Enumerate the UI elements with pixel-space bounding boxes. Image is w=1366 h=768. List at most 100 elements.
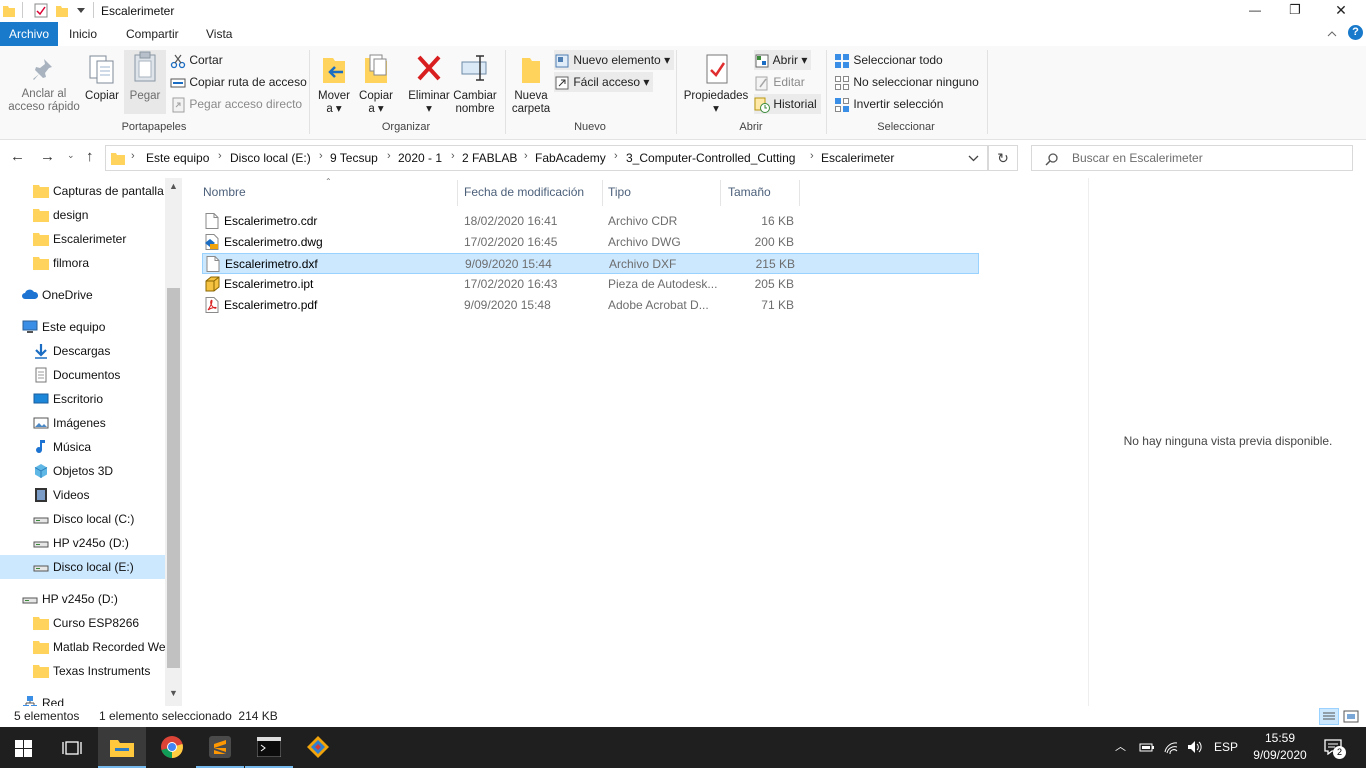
- breadcrumb-separator-icon[interactable]: ›: [319, 150, 323, 162]
- large-icons-view-icon[interactable]: [1343, 709, 1359, 724]
- rename-button[interactable]: Cambiar nombre: [453, 52, 497, 116]
- cut-button[interactable]: Cortar: [170, 50, 223, 70]
- scroll-down-icon[interactable]: ▼: [169, 688, 178, 698]
- git-app-taskbar-button[interactable]: [294, 727, 342, 768]
- language-indicator[interactable]: ESP: [1214, 727, 1238, 768]
- breadcrumb-separator-icon[interactable]: ›: [810, 150, 814, 162]
- copy-path-button[interactable]: Copiar ruta de acceso: [170, 72, 307, 92]
- address-bar[interactable]: › Este equipo › Disco local (E:) › 9 Tec…: [105, 145, 988, 171]
- forward-arrow-icon[interactable]: →: [40, 148, 55, 165]
- easy-access-button[interactable]: Fácil acceso ▾: [554, 72, 654, 92]
- file-explorer-taskbar-button[interactable]: [98, 727, 146, 768]
- select-all-button[interactable]: Seleccionar todo: [834, 50, 943, 70]
- chrome-taskbar-button[interactable]: [148, 727, 196, 768]
- nav-item[interactable]: Disco local (E:): [0, 555, 165, 579]
- file-row[interactable]: Escalerimetro.dwg 17/02/2020 16:45 Archivo…: [202, 232, 979, 253]
- nav-item[interactable]: design: [0, 203, 165, 227]
- show-hidden-icons-icon[interactable]: ︿: [1115, 727, 1126, 768]
- tab-archivo[interactable]: Archivo: [0, 22, 59, 46]
- nav-item[interactable]: Documentos: [0, 363, 165, 387]
- help-icon[interactable]: ?: [1348, 25, 1363, 40]
- pin-quick-access-button[interactable]: Anclar al acceso rápido: [4, 56, 84, 114]
- nav-item[interactable]: Videos: [0, 483, 165, 507]
- back-arrow-icon[interactable]: ←: [10, 148, 25, 165]
- copy-to-button[interactable]: Copiar a ▾: [356, 52, 396, 116]
- copy-button[interactable]: Copiar: [84, 52, 120, 103]
- file-row[interactable]: Escalerimetro.dxf 9/09/2020 15:44 Archivo …: [202, 253, 979, 274]
- tab-vista[interactable]: Vista: [197, 22, 241, 46]
- nav-item[interactable]: Música: [0, 435, 165, 459]
- customize-toolbar-icon[interactable]: [77, 8, 85, 14]
- nav-item[interactable]: Texas Instruments: [0, 659, 165, 683]
- breadcrumb-item[interactable]: 2 FABLAB: [462, 151, 517, 165]
- battery-icon[interactable]: [1139, 741, 1155, 754]
- recent-locations-icon[interactable]: ⌄: [67, 150, 75, 161]
- file-row[interactable]: Escalerimetro.ipt 17/02/2020 16:43 Pieza d…: [202, 274, 979, 295]
- nav-item[interactable]: Escritorio: [0, 387, 165, 411]
- paste-shortcut-button[interactable]: Pegar acceso directo: [170, 94, 302, 114]
- tab-compartir[interactable]: Compartir: [117, 22, 188, 46]
- history-button[interactable]: Historial: [754, 94, 821, 114]
- invert-selection-button[interactable]: Invertir selección: [834, 94, 943, 114]
- nav-item[interactable]: Capturas de pantalla: [0, 179, 165, 203]
- nav-item[interactable]: Objetos 3D: [0, 459, 165, 483]
- collapse-ribbon-icon[interactable]: [1327, 30, 1337, 37]
- volume-icon[interactable]: [1186, 739, 1202, 755]
- column-separator[interactable]: [457, 180, 458, 206]
- nav-item[interactable]: Curso ESP8266: [0, 611, 165, 635]
- up-arrow-icon[interactable]: ↑: [86, 148, 94, 165]
- file-row[interactable]: Escalerimetro.cdr 18/02/2020 16:41 Archivo…: [202, 211, 979, 232]
- column-header-date[interactable]: Fecha de modificación: [464, 185, 584, 199]
- maximize-button[interactable]: ❐: [1272, 0, 1318, 22]
- task-view-icon[interactable]: [62, 739, 82, 757]
- properties-button[interactable]: Propiedades ▾: [683, 52, 749, 116]
- select-none-button[interactable]: No seleccionar ninguno: [834, 72, 979, 92]
- paste-button[interactable]: Pegar: [124, 50, 166, 114]
- windows-start-icon[interactable]: [15, 740, 32, 757]
- breadcrumb-separator-icon[interactable]: ›: [387, 150, 391, 162]
- nav-item[interactable]: HP v245o (D:): [0, 587, 165, 611]
- scroll-thumb[interactable]: [167, 288, 180, 668]
- breadcrumb-item[interactable]: 2020 - 1: [398, 151, 442, 165]
- column-separator[interactable]: [720, 180, 721, 206]
- column-separator[interactable]: [602, 180, 603, 206]
- nav-item[interactable]: HP v245o (D:): [0, 531, 165, 555]
- nav-item[interactable]: Escalerimeter: [0, 227, 165, 251]
- refresh-icon[interactable]: ↻: [988, 145, 1018, 171]
- breadcrumb-separator-icon[interactable]: ›: [218, 150, 222, 162]
- scroll-up-icon[interactable]: ▲: [169, 181, 178, 191]
- column-separator[interactable]: [799, 180, 800, 206]
- column-header-size[interactable]: Tamaño: [728, 185, 771, 199]
- breadcrumb-separator-icon[interactable]: ›: [614, 150, 618, 162]
- nav-item[interactable]: filmora: [0, 251, 165, 275]
- nav-scrollbar[interactable]: ▲ ▼: [165, 178, 182, 706]
- move-to-button[interactable]: Mover a ▾: [314, 52, 354, 116]
- nav-item[interactable]: Imágenes: [0, 411, 165, 435]
- breadcrumb-separator-icon[interactable]: ›: [451, 150, 455, 162]
- column-header-name[interactable]: Nombre: [203, 185, 246, 199]
- nav-item[interactable]: OneDrive: [0, 283, 165, 307]
- clock-date[interactable]: 9/09/2020: [1248, 748, 1312, 762]
- nav-item[interactable]: Descargas: [0, 339, 165, 363]
- delete-button[interactable]: Eliminar ▾: [405, 52, 453, 116]
- column-header-type[interactable]: Tipo: [608, 185, 631, 199]
- properties-icon[interactable]: [34, 3, 48, 18]
- new-folder-button[interactable]: Nueva carpeta: [509, 52, 553, 116]
- edit-button[interactable]: Editar: [754, 72, 805, 92]
- nav-item[interactable]: Matlab Recorded Wel: [0, 635, 165, 659]
- new-item-button[interactable]: Nuevo elemento ▾: [554, 50, 675, 70]
- breadcrumb-item[interactable]: Disco local (E:): [230, 151, 311, 165]
- breadcrumb-item[interactable]: FabAcademy: [535, 151, 606, 165]
- breadcrumb-item[interactable]: Este equipo: [146, 151, 209, 165]
- wifi-icon[interactable]: [1163, 739, 1179, 755]
- details-view-icon[interactable]: [1319, 708, 1339, 725]
- clock-time[interactable]: 15:59: [1248, 731, 1312, 745]
- open-button[interactable]: Abrir ▾: [754, 50, 812, 70]
- close-button[interactable]: ✕: [1318, 0, 1364, 22]
- nav-item[interactable]: Este equipo: [0, 315, 165, 339]
- breadcrumb-item[interactable]: 3_Computer-Controlled_Cutting: [626, 151, 795, 165]
- terminal-taskbar-button[interactable]: [245, 727, 293, 768]
- nav-item[interactable]: Red: [0, 691, 165, 706]
- tab-inicio[interactable]: Inicio: [60, 22, 106, 46]
- chevron-down-icon[interactable]: [968, 155, 979, 162]
